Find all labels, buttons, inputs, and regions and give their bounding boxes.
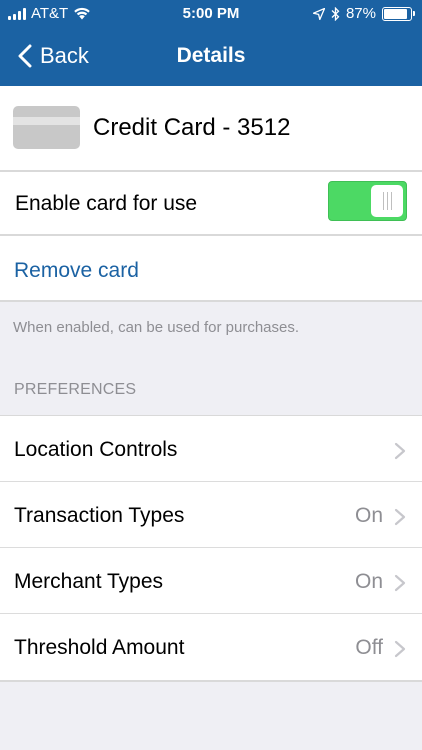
app-header: AT&T 5:00 PM 87% Back Details bbox=[0, 0, 422, 86]
enable-card-toggle[interactable] bbox=[328, 181, 407, 221]
toggle-knob bbox=[371, 185, 403, 217]
battery-percent: 87% bbox=[345, 5, 376, 22]
pref-label: Merchant Types bbox=[14, 570, 164, 593]
battery-icon bbox=[382, 6, 415, 21]
chevron-right-icon bbox=[394, 442, 406, 460]
enable-card-row: Enable card for use bbox=[0, 170, 422, 236]
bluetooth-icon bbox=[331, 6, 340, 21]
preferences-header: PREFERENCES bbox=[14, 381, 137, 398]
card-summary: Credit Card - 3512 bbox=[0, 86, 422, 170]
pref-row-transaction-types[interactable]: Transaction Types On bbox=[0, 482, 422, 548]
preferences-list: Location Controls Transaction Types On M… bbox=[0, 415, 422, 682]
enable-hint-text: When enabled, can be used for purchases. bbox=[13, 319, 300, 336]
pref-value: On bbox=[354, 570, 383, 593]
pref-row-merchant-types[interactable]: Merchant Types On bbox=[0, 548, 422, 614]
chevron-right-icon bbox=[394, 508, 406, 526]
remove-card-row: Remove card bbox=[0, 236, 422, 302]
battery-fill bbox=[384, 8, 407, 19]
pref-value: On bbox=[354, 504, 383, 527]
pref-label: Transaction Types bbox=[14, 504, 185, 527]
location-arrow-icon bbox=[312, 7, 325, 20]
pref-label: Threshold Amount bbox=[14, 636, 185, 659]
card-title: Credit Card - 3512 bbox=[93, 114, 291, 141]
enable-card-label: Enable card for use bbox=[15, 192, 198, 215]
chevron-right-icon bbox=[394, 574, 406, 592]
credit-card-icon bbox=[13, 106, 80, 149]
remove-card-link[interactable]: Remove card bbox=[14, 259, 139, 283]
status-bar: AT&T 5:00 PM 87% bbox=[0, 0, 422, 28]
status-right: 87% bbox=[312, 5, 415, 22]
pref-row-location-controls[interactable]: Location Controls bbox=[0, 416, 422, 482]
pref-row-threshold-amount[interactable]: Threshold Amount Off bbox=[0, 614, 422, 680]
page-title: Details bbox=[176, 44, 246, 67]
pref-value: Off bbox=[355, 636, 383, 659]
pref-label: Location Controls bbox=[14, 438, 178, 461]
chevron-right-icon bbox=[394, 640, 406, 658]
